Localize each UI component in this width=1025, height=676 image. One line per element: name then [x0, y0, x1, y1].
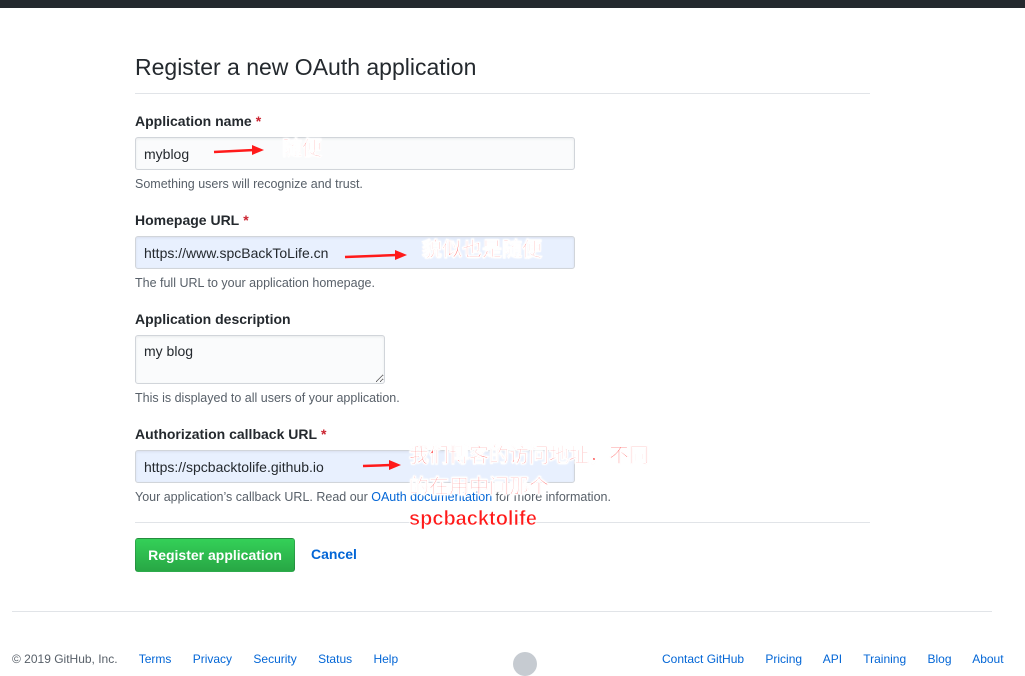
footer-link-terms[interactable]: Terms	[139, 652, 172, 666]
app-name-label: Application name *	[135, 113, 261, 129]
footer-left: © 2019 GitHub, Inc. Terms Privacy Securi…	[12, 652, 416, 666]
annotation-homepage: 貌似也是随便	[422, 239, 543, 262]
annotation-app-name: 随便	[282, 138, 323, 161]
description-textarea[interactable]: my blog	[135, 335, 385, 384]
description-label: Application description	[135, 311, 291, 327]
annotation-callback-line3: spcbacktolife	[409, 508, 537, 531]
app-name-label-text: Application name	[135, 113, 252, 129]
footer-link-training[interactable]: Training	[863, 652, 906, 666]
footer-link-pricing[interactable]: Pricing	[765, 652, 802, 666]
footer-copyright: © 2019 GitHub, Inc.	[12, 652, 118, 666]
footer-link-status[interactable]: Status	[318, 652, 352, 666]
footer-link-privacy[interactable]: Privacy	[193, 652, 232, 666]
callback-url-label-text: Authorization callback URL	[135, 426, 318, 442]
annotation-arrow-icon	[213, 145, 264, 155]
required-mark: *	[255, 113, 262, 129]
required-mark: *	[243, 212, 249, 228]
title-divider	[135, 93, 870, 94]
app-name-input[interactable]	[135, 137, 575, 170]
top-header-bar	[0, 0, 1025, 8]
description-note: This is displayed to all users of your a…	[135, 391, 400, 405]
callback-url-label: Authorization callback URL *	[135, 426, 326, 442]
homepage-url-label-text: Homepage URL	[135, 212, 240, 228]
required-mark: *	[321, 426, 327, 442]
github-logo-icon[interactable]	[513, 652, 537, 676]
footer-right: Contact GitHub Pricing API Training Blog…	[662, 652, 1022, 666]
footer-link-about[interactable]: About	[972, 652, 1003, 666]
annotation-arrow-icon	[362, 460, 401, 470]
footer-link-help[interactable]: Help	[373, 652, 398, 666]
page-title: Register a new OAuth application	[135, 54, 477, 80]
homepage-url-label: Homepage URL *	[135, 212, 249, 228]
footer-divider	[12, 611, 992, 612]
register-application-button[interactable]: Register application	[135, 538, 295, 572]
callback-note-prefix: Your application’s callback URL. Read ou…	[135, 490, 372, 504]
cancel-link[interactable]: Cancel	[311, 546, 357, 562]
footer-link-security[interactable]: Security	[253, 652, 296, 666]
annotation-callback-line1: 我们博客的访问地址，不同	[409, 445, 650, 468]
annotation-callback-line2: 的在用中间那个	[409, 476, 550, 499]
footer-link-api[interactable]: API	[823, 652, 842, 666]
annotation-arrow-icon	[344, 250, 407, 260]
footer-link-contact[interactable]: Contact GitHub	[662, 652, 744, 666]
footer-link-blog[interactable]: Blog	[927, 652, 951, 666]
app-name-note: Something users will recognize and trust…	[135, 177, 363, 191]
homepage-url-note: The full URL to your application homepag…	[135, 276, 375, 290]
